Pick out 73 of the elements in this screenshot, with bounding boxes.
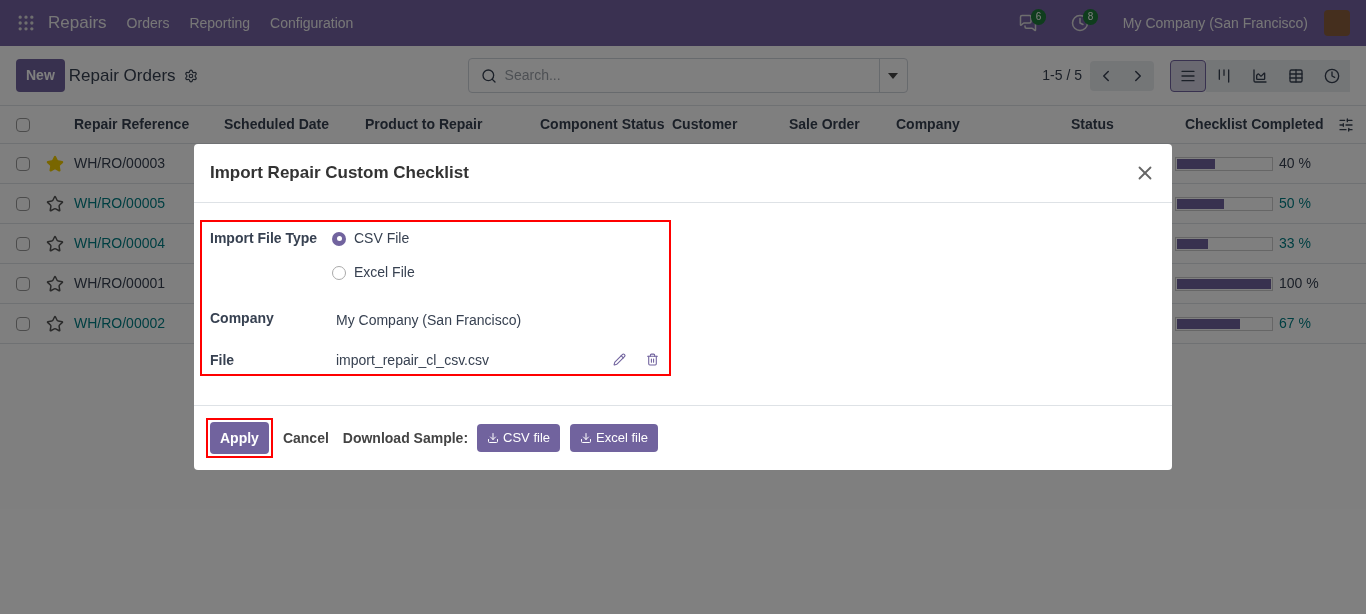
column-header[interactable]: Component Status	[540, 114, 672, 135]
percent-value: 33 %	[1279, 234, 1311, 253]
percent-value: 100 %	[1279, 274, 1319, 293]
row-checkbox[interactable]	[16, 196, 30, 211]
company-switcher[interactable]: My Company (San Francisco)	[1122, 12, 1308, 34]
next-page-button[interactable]	[1122, 60, 1154, 91]
app-name[interactable]: Repairs	[48, 10, 107, 36]
view-switch-button[interactable]	[1170, 59, 1206, 92]
column-header[interactable]: Sale Order	[789, 114, 896, 135]
row-checkbox[interactable]	[16, 156, 30, 171]
table-cell-text: WH/RO/00004	[74, 234, 166, 253]
download-icon	[487, 432, 500, 444]
activity-view-icon	[1324, 67, 1340, 84]
pivot-view-icon	[1288, 67, 1304, 84]
table-cell-text: WH/RO/00003	[74, 154, 166, 173]
graph-view-icon	[1252, 67, 1268, 84]
view-switch-button[interactable]	[1206, 59, 1242, 92]
column-header[interactable]: Repair Reference	[46, 114, 224, 135]
column-header[interactable]: Status	[1071, 114, 1175, 135]
table-cell-text: WH/RO/00001	[74, 274, 166, 293]
optional-columns-icon[interactable]	[1338, 116, 1354, 133]
radio-label[interactable]: Excel File	[354, 262, 415, 283]
download-button[interactable]: CSV file	[477, 424, 560, 452]
search-icon	[480, 67, 497, 84]
download-icon	[580, 432, 592, 444]
apply-button[interactable]: Apply	[210, 422, 269, 454]
page-title: Repair Orders	[68, 64, 176, 87]
select-all-checkbox[interactable]	[16, 117, 30, 132]
star-icon[interactable]	[46, 234, 64, 253]
table-cell-text: WH/RO/00002	[74, 314, 166, 333]
field-label: Company	[210, 309, 275, 328]
row-checkbox[interactable]	[16, 316, 30, 331]
star-icon[interactable]	[46, 194, 64, 213]
column-header[interactable]: Company	[896, 114, 1071, 135]
dialog-title: Import Repair Custom Checklist	[210, 162, 469, 185]
menu-item[interactable]: Orders	[126, 12, 170, 34]
column-header[interactable]: Customer	[672, 114, 789, 135]
radio-button[interactable]	[332, 231, 346, 246]
download-button[interactable]: Excel file	[570, 424, 659, 452]
activity-count-badge: 8	[1082, 9, 1099, 25]
message-count-badge: 6	[1030, 9, 1047, 25]
percent-value: 50 %	[1279, 194, 1311, 213]
caret-icon[interactable]	[888, 72, 899, 79]
new-button[interactable]: New	[16, 59, 65, 92]
radio-label[interactable]: CSV File	[354, 228, 410, 249]
download-sample-label: Download Sample:	[342, 428, 469, 448]
row-checkbox[interactable]	[16, 276, 30, 291]
column-header[interactable]: Scheduled Date	[224, 114, 365, 135]
apps-menu-icon[interactable]	[16, 13, 36, 33]
pager-value[interactable]: 1-5 / 5	[1042, 65, 1082, 86]
activities-icon[interactable]	[1070, 14, 1089, 32]
menu-item[interactable]: Reporting	[189, 12, 251, 34]
field-label: File	[210, 351, 236, 370]
file-name: import_repair_cl_csv.csv	[336, 351, 489, 370]
star-icon[interactable]	[46, 274, 64, 293]
settings-icon[interactable]	[183, 68, 198, 83]
row-checkbox[interactable]	[16, 236, 30, 251]
column-header[interactable]: Checklist Completed	[1175, 114, 1335, 135]
field-label: Import File Type	[210, 229, 319, 248]
percent-value: 67 %	[1279, 314, 1311, 333]
column-header[interactable]: Product to Repair	[365, 114, 540, 135]
cancel-button[interactable]: Cancel	[282, 427, 329, 449]
edit-icon[interactable]	[613, 353, 626, 366]
percent-value: 40 %	[1279, 154, 1311, 173]
delete-icon[interactable]	[646, 353, 659, 366]
menu-item[interactable]: Configuration	[270, 12, 354, 34]
table-cell-text: WH/RO/00005	[74, 194, 166, 213]
company-value: My Company (San Francisco)	[336, 311, 522, 330]
view-switch-button[interactable]	[1314, 59, 1350, 92]
kanban-view-icon	[1216, 67, 1232, 84]
previous-page-button[interactable]	[1090, 60, 1122, 91]
star-icon[interactable]	[46, 314, 64, 333]
messages-icon[interactable]	[1018, 14, 1037, 32]
